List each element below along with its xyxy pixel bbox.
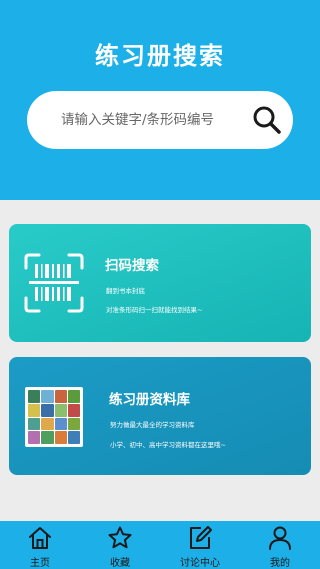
book-cover-thumb [54,417,67,431]
library-card-line1: 努力做最大最全的学习资料库 [110,421,195,429]
book-cover-thumb [28,417,41,431]
tab-discussion-label: 讨论中心 [180,558,220,569]
home-icon [29,527,51,549]
book-cover-thumb [67,431,80,444]
library-card-title: 练习册资料库 [109,392,190,408]
scan-card-line2: 对准条形码扫一扫就能找到结果~ [106,306,203,314]
library-card[interactable]: 练习册资料库 努力做最大最全的学习资料库 小学、初中、高中学习资料都在这里哦~ [9,357,311,475]
scan-search-card[interactable]: 扫码搜索 翻到书本封底 对准条形码扫一扫就能找到结果~ [9,224,311,342]
book-cover-thumb [41,417,54,431]
book-cover-thumb [28,403,41,417]
book-covers-image [25,387,83,447]
scan-card-title: 扫码搜索 [105,258,159,274]
tab-bar: 主页 收藏 讨论中心 我的 [0,521,320,569]
tab-home[interactable]: 主页 [0,521,80,569]
book-cover-thumb [28,390,41,403]
book-cover-thumb [67,417,80,431]
tab-favorites-label: 收藏 [110,558,130,569]
barcode-scan-icon [24,253,84,313]
book-cover-thumb [41,390,54,403]
book-cover-thumb [28,431,41,444]
library-card-line2: 小学、初中、高中学习资料都在这里哦~ [110,441,226,449]
tab-home-label: 主页 [30,558,50,569]
search-icon[interactable] [251,104,283,136]
book-cover-thumb [54,403,67,417]
book-cover-thumb [41,431,54,444]
scan-card-line1: 翻到书本封底 [106,287,145,295]
page-title: 练习册搜索 [95,42,225,70]
tab-favorites[interactable]: 收藏 [80,521,160,569]
book-cover-thumb [41,403,54,417]
book-cover-thumb [54,390,67,403]
search-box[interactable] [27,91,293,149]
tab-discussion[interactable]: 讨论中心 [160,521,240,569]
book-cover-thumb [67,403,80,417]
search-input[interactable] [61,109,251,131]
edit-icon [190,526,212,549]
header: 练习册搜索 [0,0,320,200]
book-cover-thumb [54,431,67,444]
star-icon [108,526,132,549]
tab-profile-label: 我的 [270,558,290,569]
user-icon [269,526,291,550]
tab-profile[interactable]: 我的 [240,521,320,569]
book-cover-thumb [67,390,80,403]
